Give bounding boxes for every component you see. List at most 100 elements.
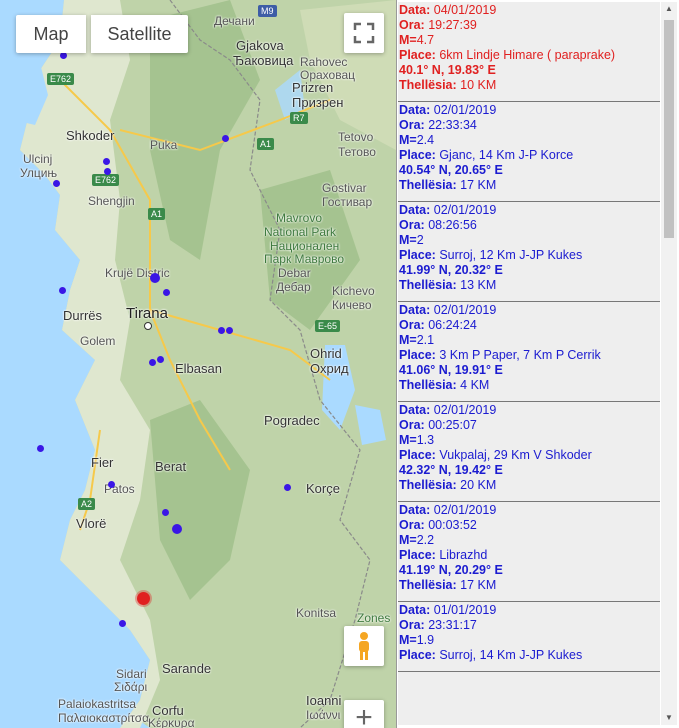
event-m: 4.7	[416, 33, 435, 47]
event-m: 1.3	[416, 433, 435, 447]
place-label-palaiokastritsa: Palaiokastritsa	[58, 697, 137, 711]
earthquake-list-item[interactable]: Data: 02/01/2019 Ora: 06:24:24 M=2.1 Place:…	[398, 302, 660, 402]
event-ora-label: Ora:	[399, 18, 425, 32]
road-a1-east: A1	[257, 138, 275, 150]
event-data-line: Data: 02/01/2019	[399, 203, 659, 218]
quake-marker[interactable]	[119, 620, 126, 627]
quake-marker[interactable]	[218, 327, 225, 334]
place-label-ioanni: Ioanni	[306, 693, 342, 708]
event-depth-label: Thellësia:	[399, 378, 457, 392]
quake-marker[interactable]	[104, 168, 111, 175]
event-data-label: Data:	[399, 203, 431, 217]
quake-marker-latest[interactable]	[137, 592, 150, 605]
event-data: 01/01/2019	[433, 603, 497, 617]
place-label-mavrovo: Mavrovo	[276, 211, 323, 225]
event-depth: 17 KM	[460, 578, 497, 592]
quake-marker[interactable]	[163, 289, 170, 296]
event-place-line: Place: 3 Km P Paper, 7 Km P Cerrik	[399, 348, 659, 363]
event-m-line: M=1.3	[399, 433, 659, 448]
scroll-up-arrow-icon[interactable]: ▲	[661, 2, 677, 16]
place-label-gostivar: Gostivar	[322, 181, 367, 195]
quake-marker[interactable]	[149, 359, 156, 366]
place-label-sidari-gr: Σιδάρι	[114, 680, 148, 694]
quake-marker[interactable]	[226, 327, 233, 334]
map-canvas[interactable]: Gjakova Ђаковица Дечани Rahovec Ораховац…	[0, 0, 396, 728]
quake-marker[interactable]	[172, 524, 182, 534]
event-ora-line: Ora: 19:27:39	[399, 18, 659, 33]
street-view-pegman-button[interactable]	[344, 626, 384, 666]
zoom-in-button[interactable]: +	[344, 700, 384, 728]
event-ora: 19:27:39	[428, 18, 477, 32]
map-type-map-button[interactable]: Map	[16, 15, 86, 53]
event-place-line: Place: Surroj, 12 Km J-JP Kukes	[399, 248, 659, 263]
event-data: 02/01/2019	[433, 203, 497, 217]
quake-marker[interactable]	[103, 158, 110, 165]
quake-marker[interactable]	[162, 509, 169, 516]
quake-marker[interactable]	[108, 481, 115, 488]
event-coords: 41.19° N, 20.29° E	[399, 563, 503, 577]
map-type-satellite-button[interactable]: Satellite	[91, 15, 188, 53]
event-place-label: Place:	[399, 548, 436, 562]
event-place-line: Place: Librazhd	[399, 548, 659, 563]
event-place: Surroj, 12 Km J-JP Kukes	[439, 248, 583, 262]
event-ora: 23:31:17	[428, 618, 477, 632]
event-depth-line: Thellësia: 10 KM	[399, 78, 659, 93]
earthquake-list-item[interactable]: Data: 02/01/2019 Ora: 22:33:34 M=2.4 Place:…	[398, 102, 660, 202]
event-place-line: Place: Surroj, 14 Km J-JP Kukes	[399, 648, 659, 663]
quake-marker[interactable]	[150, 273, 160, 283]
event-ora-label: Ora:	[399, 118, 425, 132]
place-label-park-mavrovo: Парк Маврово	[264, 252, 344, 266]
earthquake-list-item[interactable]: Data: 02/01/2019 Ora: 08:26:56 M=2 Place: S…	[398, 202, 660, 302]
scroll-down-arrow-icon[interactable]: ▼	[661, 711, 677, 725]
event-ora: 08:26:56	[428, 218, 477, 232]
quake-marker[interactable]	[37, 445, 44, 452]
event-depth-label: Thellësia:	[399, 78, 457, 92]
place-label-palaiokastritsa-gr: Παλαιοκαστρίτσα	[58, 711, 150, 725]
earthquake-list-item[interactable]: Data: 02/01/2019 Ora: 00:25:07 M=1.3 Place:…	[398, 402, 660, 502]
place-label-tetovo-cyr: Тетово	[338, 145, 376, 159]
event-coords-line: 41.06° N, 19.91° E	[399, 363, 659, 378]
fullscreen-button[interactable]	[344, 13, 384, 53]
event-depth-label: Thellësia:	[399, 478, 457, 492]
place-label-gjakova-cyr: Ђаковица	[233, 53, 294, 68]
event-data-label: Data:	[399, 103, 431, 117]
event-m-label: M=	[399, 633, 417, 647]
place-label-zones: Zones	[357, 611, 391, 625]
event-coords-line: 41.19° N, 20.29° E	[399, 563, 659, 578]
place-label-pogradec: Pogradec	[264, 413, 320, 428]
event-coords: 42.32° N, 19.42° E	[399, 463, 503, 477]
quake-marker[interactable]	[157, 356, 164, 363]
quake-marker[interactable]	[222, 135, 229, 142]
quake-marker[interactable]	[53, 180, 60, 187]
quake-marker[interactable]	[284, 484, 291, 491]
event-ora-line: Ora: 23:31:17	[399, 618, 659, 633]
event-m: 2.2	[416, 533, 435, 547]
place-label-vlore: Vlorë	[76, 516, 107, 531]
road-m9: M9	[258, 5, 277, 17]
quake-marker[interactable]	[59, 287, 66, 294]
place-label-durres: Durrës	[63, 308, 103, 323]
quake-marker[interactable]	[60, 52, 67, 59]
event-place-label: Place:	[399, 448, 436, 462]
event-coords: 40.1° N, 19.83° E	[399, 63, 496, 77]
road-a1-west: A1	[148, 208, 166, 220]
earthquake-list-panel: Data: 04/01/2019 Ora: 19:27:39 M=4.7 Place:…	[396, 0, 679, 728]
event-ora-line: Ora: 22:33:34	[399, 118, 659, 133]
earthquake-list[interactable]: Data: 04/01/2019 Ora: 19:27:39 M=4.7 Place:…	[398, 2, 660, 725]
event-depth-label: Thellësia:	[399, 578, 457, 592]
event-m: 2.4	[416, 133, 435, 147]
road-r7: R7	[290, 112, 308, 124]
event-m-line: M=2.2	[399, 533, 659, 548]
earthquake-list-item[interactable]: Data: 02/01/2019 Ora: 00:03:52 M=2.2 Place:…	[398, 502, 660, 602]
event-ora: 00:25:07	[428, 418, 477, 432]
event-ora-label: Ora:	[399, 218, 425, 232]
scroll-thumb[interactable]	[664, 20, 674, 238]
place-label-ioanni-gr: Ιωάννι	[306, 708, 341, 722]
event-ora-line: Ora: 08:26:56	[399, 218, 659, 233]
earthquake-list-item[interactable]: Data: 01/01/2019 Ora: 23:31:17 M=1.9 Place:…	[398, 602, 660, 672]
earthquake-list-item[interactable]: Data: 04/01/2019 Ora: 19:27:39 M=4.7 Place:…	[398, 2, 660, 102]
event-place-label: Place:	[399, 648, 436, 662]
place-label-puka: Puka	[150, 138, 178, 152]
event-place-label: Place:	[399, 148, 436, 162]
list-scrollbar[interactable]: ▲ ▼	[661, 2, 677, 725]
